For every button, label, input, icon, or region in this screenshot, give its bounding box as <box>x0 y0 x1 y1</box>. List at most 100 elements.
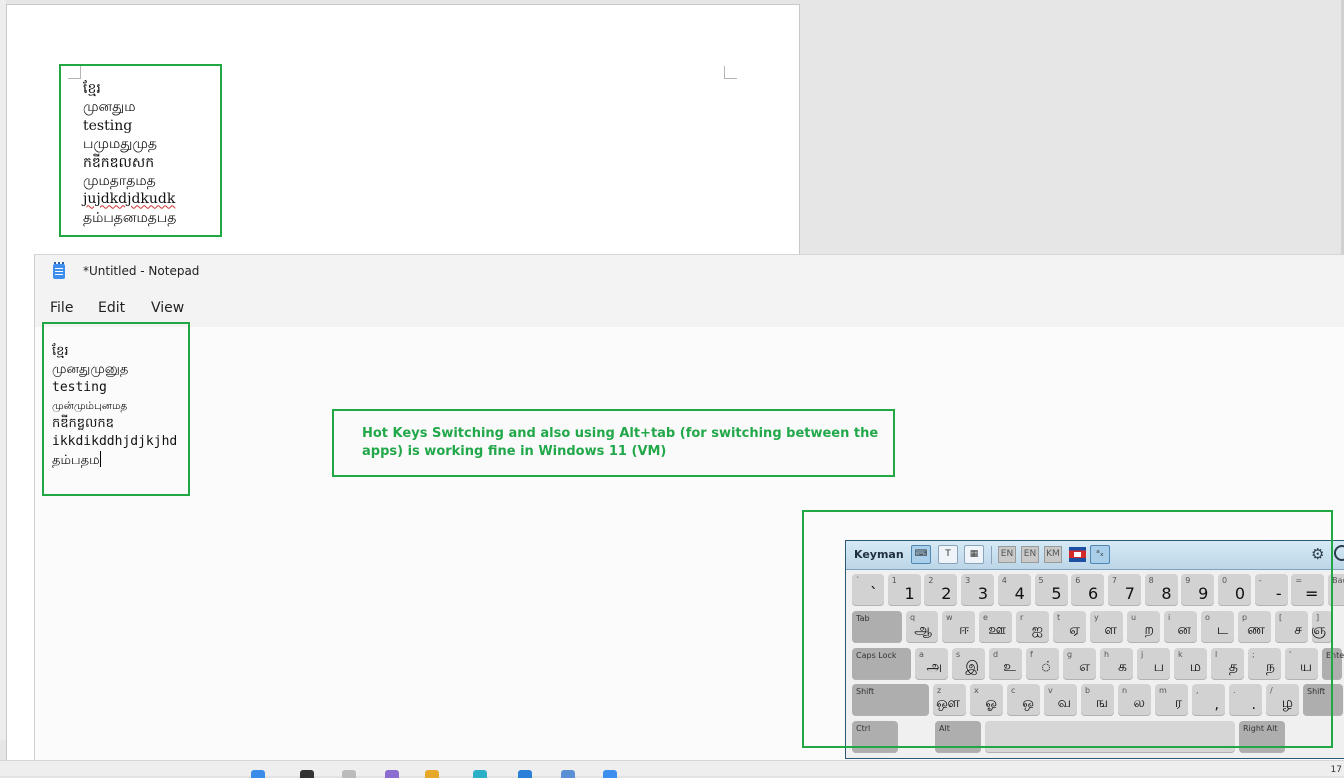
key-right-alt[interactable]: Right Alt <box>1239 721 1285 753</box>
key[interactable]: rஐ <box>1016 611 1049 643</box>
key-output-char: ன <box>1177 622 1191 638</box>
key[interactable]: 55 <box>1034 574 1068 606</box>
key[interactable]: oட <box>1201 611 1234 643</box>
key-base-char: f <box>1030 650 1033 659</box>
key[interactable]: 66 <box>1071 574 1105 606</box>
key-output-char: ல <box>1133 695 1145 711</box>
task-view-icon[interactable] <box>342 770 356 778</box>
keyboard-icon[interactable]: ⌨ <box>911 545 931 564</box>
key[interactable]: = = <box>1291 574 1325 606</box>
menu-view[interactable]: View <box>151 300 184 316</box>
key[interactable]: 44 <box>997 574 1031 606</box>
key[interactable]: 00 <box>1218 574 1251 606</box>
lang-km[interactable]: KM <box>1044 546 1062 563</box>
key-shift[interactable]: Shift <box>852 684 929 716</box>
menu-bar: File Edit View <box>35 289 1344 328</box>
lang-en-1[interactable]: EN <box>998 546 1016 563</box>
cambodia-flag-icon[interactable] <box>1069 547 1086 562</box>
notepad-icon <box>53 262 65 279</box>
key[interactable]: uற <box>1127 611 1160 643</box>
key[interactable]: zஔ <box>933 684 966 716</box>
key-output-char: வ <box>1057 695 1071 711</box>
key-base-char: l <box>1215 650 1218 659</box>
key[interactable]: 11 <box>887 574 921 606</box>
key-base-char: 5 <box>1038 576 1044 585</box>
key[interactable]: 22 <box>924 574 958 606</box>
key[interactable]: cஒ <box>1007 684 1040 716</box>
key-caps-lock[interactable]: Caps Lock <box>852 648 911 680</box>
key-ctrl[interactable]: Ctrl <box>852 721 898 753</box>
edge-icon[interactable] <box>473 770 487 778</box>
key[interactable]: yள <box>1090 611 1123 643</box>
key[interactable]: -- <box>1254 574 1288 606</box>
menu-edit[interactable]: Edit <box>98 300 125 316</box>
character-map-icon[interactable]: ▦ <box>964 545 984 564</box>
osk-icon[interactable]: ᵃₓ <box>1090 545 1110 564</box>
document-text[interactable]: ខ្មែរ முனதும testing பமுமதுமுத កឌីកឌលសក … <box>83 80 176 227</box>
key[interactable]: pண <box>1238 611 1271 643</box>
key-output-char: 3 <box>977 584 989 603</box>
key[interactable]: 88 <box>1144 574 1178 606</box>
key[interactable]: f் <box>1026 648 1059 680</box>
key[interactable]: ` ` <box>852 574 884 606</box>
store-icon[interactable] <box>518 770 532 778</box>
key[interactable]: qஆ <box>906 611 938 643</box>
key[interactable]: dஉ <box>989 648 1022 680</box>
key-tab[interactable]: Tab <box>852 611 902 643</box>
key[interactable]: wஈ <box>942 611 975 643</box>
key[interactable]: nல <box>1118 684 1151 716</box>
document-line: பமுமதுமுத <box>83 136 158 153</box>
key[interactable]: 33 <box>961 574 995 606</box>
key[interactable]: gஎ <box>1063 648 1096 680</box>
key[interactable]: aஅ <box>915 648 948 680</box>
key-shift[interactable]: Shift <box>1303 684 1343 716</box>
key[interactable]: ] ஞ <box>1311 611 1332 643</box>
key[interactable]: 99 <box>1181 574 1215 606</box>
help-icon[interactable] <box>1334 545 1344 561</box>
search-icon[interactable] <box>300 770 314 778</box>
word-icon[interactable] <box>561 770 575 778</box>
key[interactable]: sஇ <box>952 648 985 680</box>
clock: 17 <box>1330 765 1342 775</box>
text-icon[interactable]: T <box>938 545 958 564</box>
key-output-char: 6 <box>1088 584 1099 603</box>
lang-en-2[interactable]: EN <box>1021 546 1039 563</box>
key[interactable]: hக <box>1100 648 1133 680</box>
key-output-char: 4 <box>1014 584 1025 603</box>
key-base-char: 8 <box>1148 576 1154 585</box>
file-explorer-icon[interactable] <box>425 770 439 778</box>
key[interactable]: lத <box>1211 648 1244 680</box>
key-base-char: c <box>1011 686 1016 695</box>
key[interactable]: [ச <box>1275 611 1308 643</box>
key[interactable]: 77 <box>1107 574 1141 606</box>
key-alt[interactable]: Alt <box>935 721 981 753</box>
key-label: Caps Lock <box>856 651 897 660</box>
notepad-taskbar-icon[interactable] <box>603 770 617 778</box>
teams-icon[interactable] <box>385 770 399 778</box>
key[interactable]: ' ய <box>1285 648 1318 680</box>
key[interactable]: xஓ <box>970 684 1003 716</box>
key[interactable]: bங <box>1081 684 1114 716</box>
key[interactable]: ,, <box>1192 684 1225 716</box>
key-output-char: ` <box>870 584 878 603</box>
key[interactable]: tஏ <box>1053 611 1086 643</box>
key[interactable]: iன <box>1164 611 1197 643</box>
key-enter[interactable]: Enter <box>1322 648 1344 680</box>
key[interactable]: vவ <box>1044 684 1077 716</box>
key[interactable]: eஊ <box>979 611 1012 643</box>
notepad-titlebar[interactable]: *Untitled - Notepad <box>35 255 1344 289</box>
key[interactable]: jப <box>1137 648 1170 680</box>
key[interactable]: mர <box>1155 684 1188 716</box>
document-line: முமதாதமத <box>83 173 156 190</box>
key-output-char: ப <box>1153 659 1164 675</box>
menu-file[interactable]: File <box>50 300 73 316</box>
start-icon[interactable] <box>251 770 265 778</box>
key[interactable]: .. <box>1229 684 1262 716</box>
key[interactable]: kம <box>1174 648 1207 680</box>
gear-icon[interactable]: ⚙ <box>1311 545 1324 563</box>
key[interactable]: / ழ <box>1266 684 1299 716</box>
key-space[interactable] <box>985 721 1235 753</box>
key[interactable]: Back <box>1328 574 1344 606</box>
key-output-char: ஒ <box>1022 695 1034 711</box>
key[interactable]: ; ந <box>1248 648 1281 680</box>
